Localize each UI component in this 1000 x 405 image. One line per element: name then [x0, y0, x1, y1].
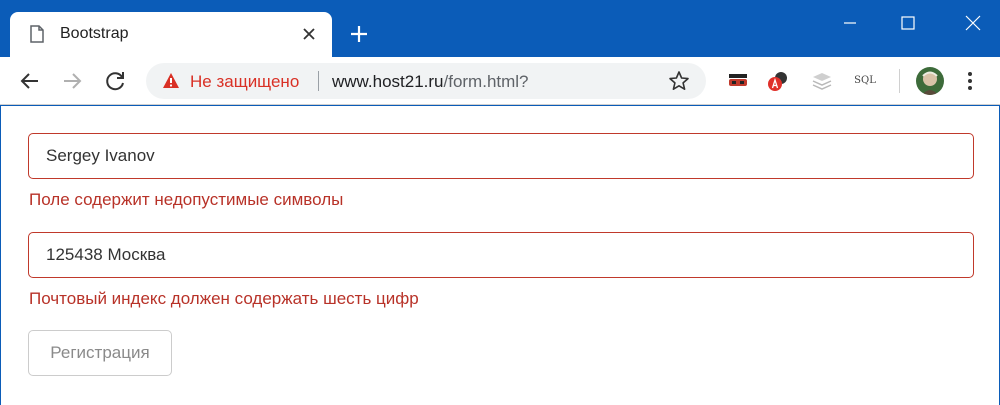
address-bar[interactable]: Не защищено www.host21.ru/form.html?: [146, 63, 706, 99]
translate-icon[interactable]: [766, 69, 790, 93]
title-bar: Bootstrap: [0, 0, 1000, 57]
security-label[interactable]: Не защищено: [190, 72, 299, 92]
minimize-icon[interactable]: [832, 8, 868, 38]
url-host: www.host21.ru: [332, 72, 444, 91]
plus-icon[interactable]: [347, 22, 371, 46]
layers-icon[interactable]: [810, 69, 834, 93]
warning-icon: [163, 73, 179, 88]
tab-title: Bootstrap: [60, 25, 129, 42]
mask-icon[interactable]: [726, 69, 750, 93]
star-icon[interactable]: [668, 70, 690, 92]
sql-extension-icon[interactable]: SQL: [852, 73, 878, 89]
name-input[interactable]: [28, 133, 974, 179]
forward-arrow-icon[interactable]: [58, 67, 86, 95]
reload-icon[interactable]: [101, 67, 129, 95]
url-path: /form.html?: [443, 72, 529, 91]
close-icon[interactable]: [297, 22, 321, 46]
address-input[interactable]: [28, 232, 974, 278]
browser-tab[interactable]: Bootstrap: [10, 12, 332, 57]
page-icon: [30, 25, 44, 43]
url-text[interactable]: www.host21.ru/form.html?: [332, 72, 529, 92]
name-error-message: Поле содержит недопустимые символы: [29, 190, 344, 209]
browser-toolbar: Не защищено www.host21.ru/form.html? SQL: [0, 57, 1000, 105]
page-content: Поле содержит недопустимые символы Почто…: [1, 106, 999, 405]
back-arrow-icon[interactable]: [16, 67, 44, 95]
maximize-icon[interactable]: [890, 8, 926, 38]
toolbar-separator: [899, 69, 900, 93]
kebab-menu-icon[interactable]: [958, 69, 982, 93]
register-button[interactable]: Регистрация: [28, 330, 172, 376]
address-separator: [318, 71, 319, 91]
user-avatar[interactable]: [916, 67, 944, 95]
close-window-icon[interactable]: [955, 8, 991, 38]
address-error-message: Почтовый индекс должен содержать шесть ц…: [29, 289, 419, 308]
